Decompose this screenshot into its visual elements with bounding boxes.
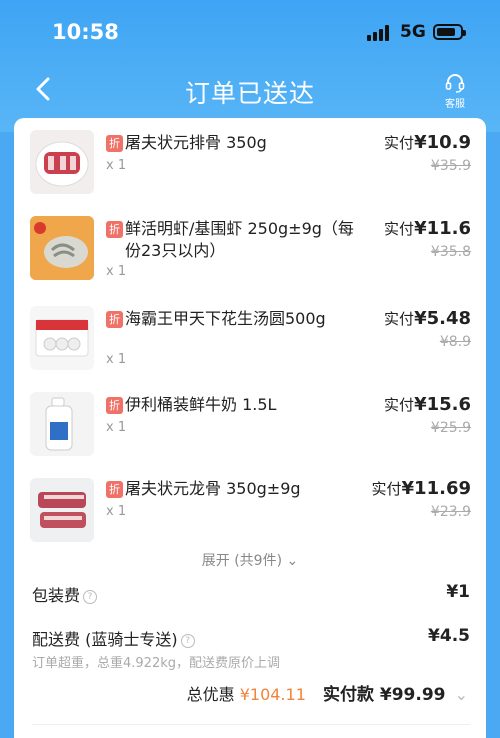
discount-badge: 折 bbox=[106, 221, 123, 238]
item-paid-price: 实付¥10.9 bbox=[384, 132, 471, 153]
chevron-down-icon: ⌄ bbox=[454, 685, 468, 704]
item-qty: x 1 bbox=[106, 352, 127, 367]
packing-fee-amount: ¥1 bbox=[446, 582, 470, 602]
help-icon[interactable]: ? bbox=[83, 590, 98, 604]
discount-badge: 折 bbox=[106, 481, 123, 498]
divider bbox=[32, 724, 470, 725]
product-image-milk bbox=[30, 392, 94, 456]
item-paid-price: 实付¥11.6 bbox=[384, 218, 471, 239]
product-image-tangyuan bbox=[30, 306, 94, 370]
item-original-price: ¥35.8 bbox=[430, 244, 471, 260]
item-qty: x 1 bbox=[106, 420, 127, 435]
product-image-pork-spine bbox=[30, 478, 94, 542]
delivery-fee-row: 配送费 (蓝骑士专送)? ¥4.5 bbox=[32, 626, 470, 650]
item-original-price: ¥8.9 bbox=[439, 334, 471, 350]
delivery-fee-note: 订单超重，总重4.922kg，配送费原价上调 bbox=[32, 656, 280, 671]
customer-service-button[interactable]: 客服 bbox=[437, 72, 473, 112]
item-qty: x 1 bbox=[106, 264, 127, 279]
item-paid-price: 实付¥11.69 bbox=[371, 478, 471, 499]
item-name: 屠夫状元排骨 350g bbox=[125, 133, 267, 152]
order-summary[interactable]: 总优惠 ¥104.11 实付款 ¥99.99 ⌄ bbox=[187, 680, 468, 705]
service-label: 客服 bbox=[445, 99, 465, 110]
header: 10:58 5G 订单已送达 客服 bbox=[0, 0, 500, 132]
product-image-shrimp bbox=[30, 216, 94, 280]
item-name: 屠夫状元龙骨 350g±9g bbox=[125, 479, 301, 498]
packing-fee-row: 包装费? ¥1 bbox=[32, 582, 470, 606]
item-qty: x 1 bbox=[106, 504, 127, 519]
total-discount-value: ¥104.11 bbox=[239, 685, 306, 704]
network-type: 5G bbox=[400, 22, 426, 42]
discount-badge: 折 bbox=[106, 311, 123, 328]
status-time: 10:58 bbox=[52, 20, 119, 44]
item-original-price: ¥35.9 bbox=[430, 158, 471, 174]
order-card: 折 屠夫状元排骨 350g x 1 实付¥10.9 ¥35.9 折 鲜活明虾/基… bbox=[14, 118, 486, 738]
item-qty: x 1 bbox=[106, 158, 127, 173]
headset-icon bbox=[445, 74, 465, 93]
item-name: 伊利桶装鲜牛奶 1.5L bbox=[125, 395, 277, 414]
help-icon[interactable]: ? bbox=[180, 634, 195, 648]
signal-icon bbox=[367, 25, 393, 41]
expand-items-button[interactable]: 展开 (共9件) ⌄ bbox=[14, 550, 486, 570]
battery-icon bbox=[433, 24, 466, 40]
product-image-ribs bbox=[30, 130, 94, 194]
item-paid-price: 实付¥5.48 bbox=[384, 308, 471, 329]
discount-badge: 折 bbox=[106, 397, 123, 414]
item-paid-price: 实付¥15.6 bbox=[384, 394, 471, 415]
packing-fee-label: 包装费 bbox=[32, 586, 81, 605]
item-original-price: ¥25.9 bbox=[430, 420, 471, 436]
page-title: 订单已送达 bbox=[184, 79, 315, 108]
discount-badge: 折 bbox=[106, 135, 123, 152]
item-original-price: ¥23.9 bbox=[430, 504, 471, 520]
delivery-fee-amount: ¥4.5 bbox=[428, 626, 470, 646]
total-discount-label: 总优惠 bbox=[186, 685, 235, 704]
delivery-fee-label: 配送费 (蓝骑士专送) bbox=[32, 630, 178, 649]
paid-total: 实付款 ¥99.99 bbox=[322, 685, 446, 705]
item-name: 海霸王甲天下花生汤圆500g bbox=[125, 309, 326, 328]
item-name: 鲜活明虾/基围虾 250g±9g（每份23只以内） bbox=[125, 219, 354, 260]
